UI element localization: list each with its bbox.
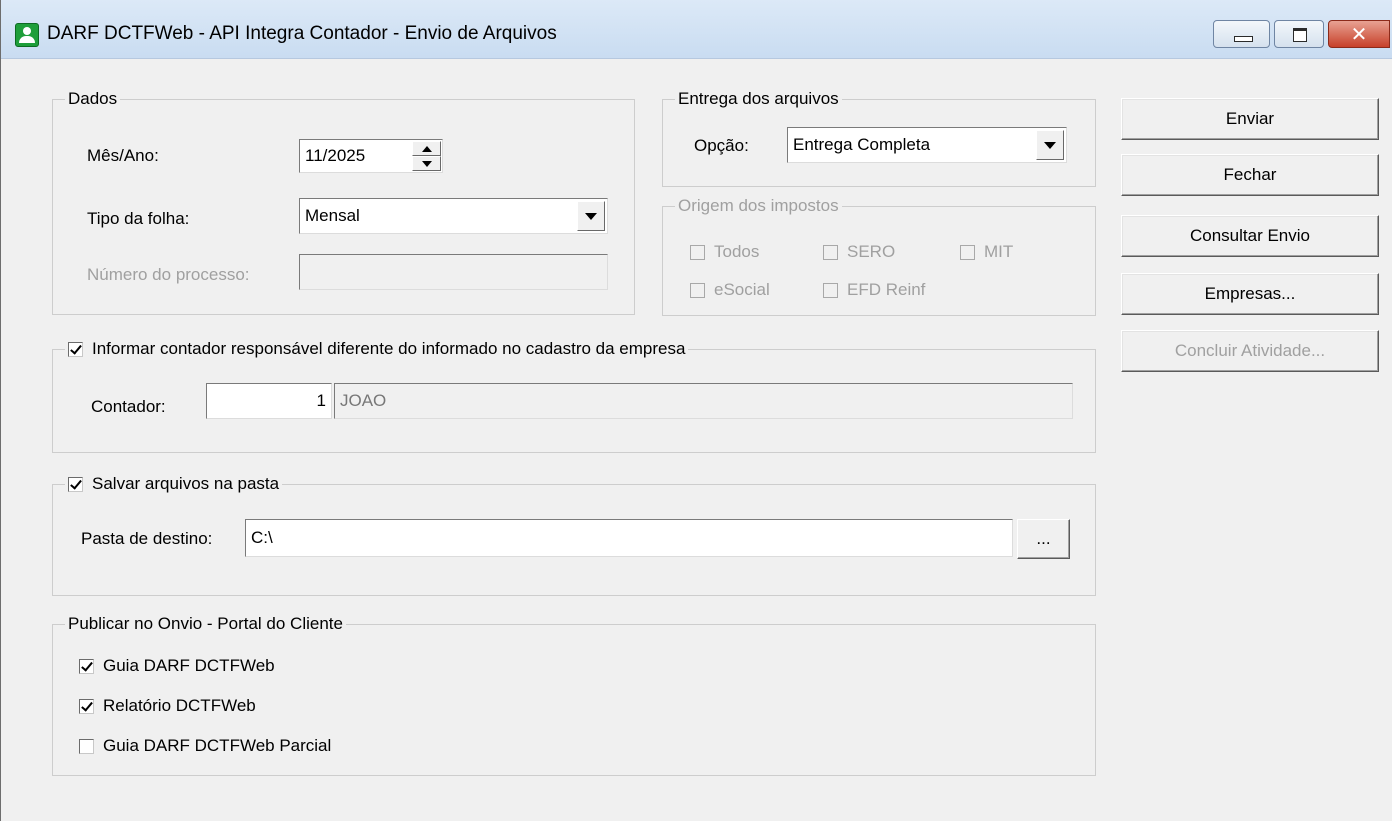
checkbox-box <box>68 341 83 357</box>
origem-todos-checkbox[interactable]: Todos <box>690 242 759 262</box>
contador-name-value: JOAO <box>340 391 387 410</box>
dados-group-title: Dados <box>65 89 121 109</box>
salvar-checkbox-label: Salvar arquivos na pasta <box>92 474 280 493</box>
checkbox-box <box>79 698 94 714</box>
origem-efd-reinf-checkbox[interactable]: EFD Reinf <box>823 280 925 300</box>
checkbox-box <box>823 282 838 298</box>
checkbox-box <box>690 244 705 260</box>
fechar-label: Fechar <box>1223 165 1277 184</box>
origem-mit-label: MIT <box>984 242 1014 261</box>
chevron-down-icon <box>585 213 597 220</box>
publicar-relatorio-checkbox[interactable]: Relatório DCTFWeb <box>79 696 256 716</box>
pasta-destino-label: Pasta de destino: <box>81 529 213 548</box>
checkbox-box <box>79 738 94 754</box>
mes-ano-spin-up[interactable] <box>412 141 441 156</box>
opcao-dropdown-button[interactable] <box>1036 130 1064 160</box>
origem-esocial-checkbox[interactable]: eSocial <box>690 280 770 300</box>
browse-folder-button[interactable]: ... <box>1017 519 1070 559</box>
numero-processo-label: Número do processo: <box>87 265 250 284</box>
empresas-button[interactable]: Empresas... <box>1121 273 1379 315</box>
browse-folder-label: ... <box>1036 529 1051 548</box>
publicar-group-title: Publicar no Onvio - Portal do Cliente <box>65 614 346 634</box>
spin-up-icon <box>421 146 432 152</box>
concluir-atividade-label: Concluir Atividade... <box>1174 341 1326 360</box>
contador-code-value: 1 <box>316 391 326 410</box>
minimize-icon <box>1234 36 1253 42</box>
publicar-guia-darf-label: Guia DARF DCTFWeb <box>103 656 275 675</box>
close-icon: ✕ <box>1350 22 1368 46</box>
enviar-button[interactable]: Enviar <box>1121 98 1379 140</box>
origem-efd-reinf-label: EFD Reinf <box>847 280 926 299</box>
checkbox-box <box>690 282 705 298</box>
concluir-atividade-button[interactable]: Concluir Atividade... <box>1121 330 1379 372</box>
app-icon <box>15 23 39 47</box>
pasta-destino-value: C:\ <box>251 528 273 547</box>
checkbox-box <box>823 244 838 260</box>
dialog-window: DARF DCTFWeb - API Integra Contador - En… <box>0 0 1392 821</box>
publicar-guia-darf-checkbox[interactable]: Guia DARF DCTFWeb <box>79 656 275 676</box>
mes-ano-value: 11/2025 <box>305 146 366 165</box>
checkbox-box <box>68 476 83 492</box>
contador-name-field[interactable]: JOAO <box>334 383 1073 419</box>
title-bar: DARF DCTFWeb - API Integra Contador - En… <box>1 0 1392 59</box>
checkbox-box <box>960 244 975 260</box>
opcao-label: Opção: <box>694 136 749 155</box>
numero-processo-field[interactable] <box>299 254 608 290</box>
checkbox-box <box>79 658 94 674</box>
contador-checkbox[interactable]: Informar contador responsável diferente … <box>65 339 689 359</box>
spin-down-icon <box>421 161 432 167</box>
publicar-guia-parcial-label: Guia DARF DCTFWeb Parcial <box>103 736 332 755</box>
tipo-folha-select[interactable]: Mensal <box>299 198 608 234</box>
consultar-envio-button[interactable]: Consultar Envio <box>1121 215 1379 257</box>
contador-code-field[interactable]: 1 <box>206 383 332 419</box>
chevron-down-icon <box>1044 142 1056 149</box>
origem-mit-checkbox[interactable]: MIT <box>960 242 1013 262</box>
tipo-folha-value: Mensal <box>305 206 360 225</box>
close-button[interactable]: ✕ <box>1328 20 1390 48</box>
mes-ano-spin-down[interactable] <box>412 156 441 171</box>
origem-group-title: Origem dos impostos <box>675 196 842 216</box>
consultar-envio-label: Consultar Envio <box>1189 226 1310 245</box>
salvar-checkbox[interactable]: Salvar arquivos na pasta <box>65 474 283 494</box>
entrega-group-title: Entrega dos arquivos <box>675 89 842 109</box>
origem-sero-label: SERO <box>847 242 896 261</box>
tipo-folha-label: Tipo da folha: <box>87 209 190 228</box>
origem-todos-label: Todos <box>714 242 760 261</box>
publicar-guia-parcial-checkbox[interactable]: Guia DARF DCTFWeb Parcial <box>79 736 331 756</box>
maximize-icon <box>1293 28 1307 42</box>
mes-ano-label: Mês/Ano: <box>87 146 159 165</box>
opcao-select[interactable]: Entrega Completa <box>787 127 1067 163</box>
enviar-label: Enviar <box>1225 109 1275 128</box>
opcao-value: Entrega Completa <box>793 135 931 154</box>
tipo-folha-dropdown-button[interactable] <box>577 201 605 231</box>
fechar-button[interactable]: Fechar <box>1121 154 1379 196</box>
contador-checkbox-label: Informar contador responsável diferente … <box>92 339 686 358</box>
pasta-destino-field[interactable]: C:\ <box>245 519 1013 557</box>
contador-label: Contador: <box>91 397 166 416</box>
publicar-relatorio-label: Relatório DCTFWeb <box>103 696 256 715</box>
origem-sero-checkbox[interactable]: SERO <box>823 242 895 262</box>
minimize-button[interactable] <box>1213 20 1270 48</box>
window-title: DARF DCTFWeb - API Integra Contador - En… <box>47 23 557 44</box>
empresas-label: Empresas... <box>1204 284 1296 303</box>
origem-esocial-label: eSocial <box>714 280 770 299</box>
maximize-button[interactable] <box>1274 20 1324 48</box>
